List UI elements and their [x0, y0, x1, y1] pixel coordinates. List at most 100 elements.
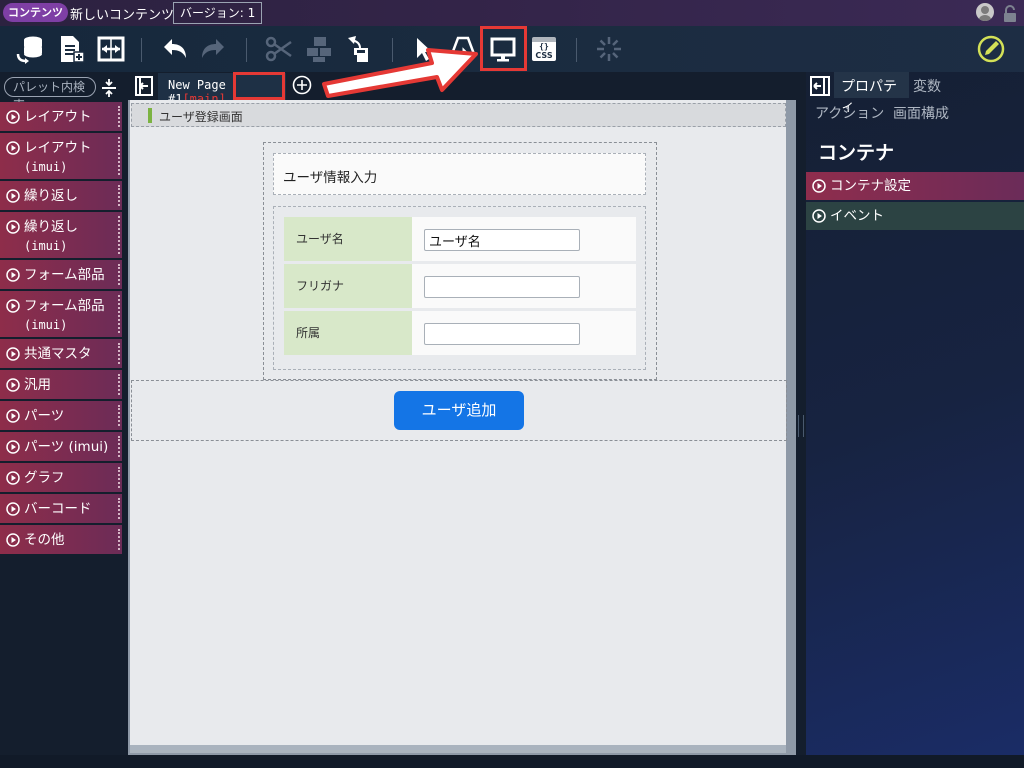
tab-actions[interactable]: アクション	[815, 103, 884, 123]
palette-item-label: パーツ (imui)	[24, 439, 109, 455]
form-label-cell: 所属	[284, 311, 412, 355]
play-circle-icon	[6, 299, 20, 313]
palette-item-general[interactable]: 汎用	[0, 370, 122, 399]
palette-list: レイアウト レイアウト (imui) 繰り返し 繰り返し (imui) フォーム…	[0, 102, 122, 556]
tab-properties[interactable]: プロパティ	[834, 72, 909, 115]
palette-item-label: レイアウト	[24, 109, 92, 125]
palette-item-label: グラフ	[24, 470, 65, 486]
play-circle-icon	[6, 533, 20, 547]
document-list-icon[interactable]	[56, 34, 86, 64]
form-label: フリガナ	[296, 279, 345, 293]
form-label-cell: ユーザ名	[284, 217, 412, 261]
play-circle-icon	[6, 110, 20, 124]
content-badge: コンテンツ	[3, 3, 68, 22]
toolbar-separator	[141, 38, 142, 62]
palette-item-label: パーツ	[24, 408, 65, 424]
tab-screen-structure[interactable]: 画面構成	[893, 103, 949, 123]
palette-item-common-master[interactable]: 共通マスタ	[0, 339, 122, 368]
container-settings-label: コンテナ設定	[830, 178, 911, 194]
palette-item-label: フォーム部品	[24, 267, 105, 283]
horizontal-scrollbar[interactable]	[130, 745, 786, 753]
events-item[interactable]: イベント	[806, 202, 1024, 230]
panel-splitter-handle[interactable]	[798, 415, 804, 437]
properties-heading: コンテナ	[818, 142, 895, 164]
palette-item-label: バーコード	[24, 501, 92, 517]
main-tag-highlight-box	[233, 72, 285, 100]
annotation-arrow	[322, 48, 478, 98]
play-circle-icon	[812, 179, 826, 193]
add-user-button[interactable]: ユーザ追加	[394, 391, 524, 430]
section-title-box[interactable]: ユーザ情報入力	[273, 153, 646, 195]
add-page-icon[interactable]	[292, 75, 312, 95]
user-avatar-icon[interactable]	[976, 3, 994, 21]
username-input[interactable]	[424, 229, 580, 251]
play-circle-icon	[6, 378, 20, 392]
toolbar-separator	[576, 38, 577, 62]
palette-item-repeat[interactable]: 繰り返し	[0, 181, 122, 210]
palette-item-form-parts[interactable]: フォーム部品	[0, 260, 122, 289]
fit-width-icon[interactable]	[96, 34, 126, 64]
form-label-cell: フリガナ	[284, 264, 412, 308]
play-circle-icon	[6, 471, 20, 485]
tab-variables[interactable]: 変数	[913, 76, 941, 96]
edit-pencil-icon[interactable]	[976, 34, 1006, 64]
css-icon[interactable]: {} CSS	[529, 34, 559, 64]
breadcrumb-label: ユーザ登録画面	[159, 110, 243, 124]
palette-item-label: レイアウト	[24, 140, 92, 156]
palette-item-layout-imui[interactable]: レイアウト (imui)	[0, 133, 122, 179]
palette-item-label: その他	[24, 532, 65, 548]
department-input[interactable]	[424, 323, 580, 345]
play-circle-icon	[6, 189, 20, 203]
palette-item-label: 繰り返し	[24, 219, 78, 235]
loading-spinner-icon	[594, 34, 624, 64]
palette-item-sublabel: (imui)	[24, 160, 68, 174]
toggle-properties-icon[interactable]	[810, 76, 830, 96]
events-label: イベント	[830, 208, 884, 224]
palette-item-label: 共通マスタ	[24, 346, 92, 362]
play-circle-icon	[6, 502, 20, 516]
palette-item-form-parts-imui[interactable]: フォーム部品 (imui)	[0, 291, 122, 337]
play-circle-icon	[6, 347, 20, 361]
status-bar	[0, 755, 1024, 768]
collapse-all-icon[interactable]	[100, 78, 118, 98]
database-import-icon[interactable]	[16, 34, 46, 64]
toolbar-separator	[246, 38, 247, 62]
form-label: 所属	[296, 326, 321, 340]
undo-icon[interactable]	[160, 34, 190, 64]
form-row-furigana: フリガナ	[284, 264, 636, 308]
palette-item-barcode[interactable]: バーコード	[0, 494, 122, 523]
play-circle-icon	[6, 440, 20, 454]
palette-item-parts[interactable]: パーツ	[0, 401, 122, 430]
form-value-cell	[412, 311, 636, 355]
toolbar: {} CSS	[0, 26, 1024, 72]
palette-item-repeat-imui[interactable]: 繰り返し (imui)	[0, 212, 122, 258]
title-bar: コンテンツ 新しいコンテンツ バージョン: 1	[0, 0, 1024, 26]
play-circle-icon	[6, 268, 20, 282]
furigana-input[interactable]	[424, 276, 580, 298]
form-row-department: 所属	[284, 311, 636, 355]
form-value-cell	[412, 264, 636, 308]
play-circle-icon	[812, 209, 826, 223]
palette-item-label: 繰り返し	[24, 188, 78, 204]
palette-item-layout[interactable]: レイアウト	[0, 102, 122, 131]
palette-search-input[interactable]: パレット内検索	[4, 77, 96, 112]
palette-item-sublabel: (imui)	[24, 318, 68, 332]
palette-item-sublabel: (imui)	[24, 239, 68, 253]
palette-item-label: 汎用	[24, 377, 51, 393]
breadcrumb[interactable]: ユーザ登録画面	[131, 103, 786, 127]
cut-icon	[264, 34, 294, 64]
container-settings-item[interactable]: コンテナ設定	[806, 172, 1024, 200]
form-row-username: ユーザ名	[284, 217, 636, 261]
redo-icon	[198, 34, 228, 64]
palette-item-graph[interactable]: グラフ	[0, 463, 122, 492]
palette-item-other[interactable]: その他	[0, 525, 122, 554]
breadcrumb-marker	[148, 108, 152, 123]
palette-item-parts-imui[interactable]: パーツ (imui)	[0, 432, 122, 461]
form-label: ユーザ名	[296, 232, 344, 246]
svg-text:CSS: CSS	[535, 51, 552, 60]
toggle-palette-icon[interactable]	[134, 75, 154, 97]
lock-icon[interactable]	[1003, 5, 1017, 22]
document-title: 新しいコンテンツ	[70, 8, 175, 23]
version-label: バージョン: 1	[173, 2, 263, 24]
svg-text:{}: {}	[539, 42, 549, 51]
